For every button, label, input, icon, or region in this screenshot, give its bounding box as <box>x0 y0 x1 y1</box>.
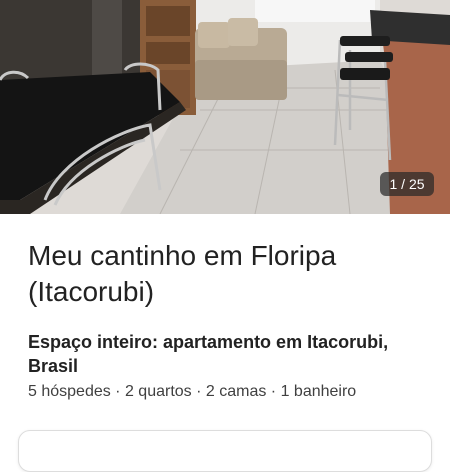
photo-counter-badge: 1 / 25 <box>380 172 434 196</box>
info-card[interactable] <box>18 430 432 472</box>
listing-subtitle: Espaço inteiro: apartamento em Itacorubi… <box>28 332 389 376</box>
listing-title: Meu cantinho em Floripa (Itacorubi) <box>28 240 337 307</box>
listing-details: 5 hóspedes · 2 quartos · 2 camas · 1 ban… <box>28 383 357 400</box>
listing-photo-carousel[interactable]: 1 / 25 <box>0 0 450 214</box>
